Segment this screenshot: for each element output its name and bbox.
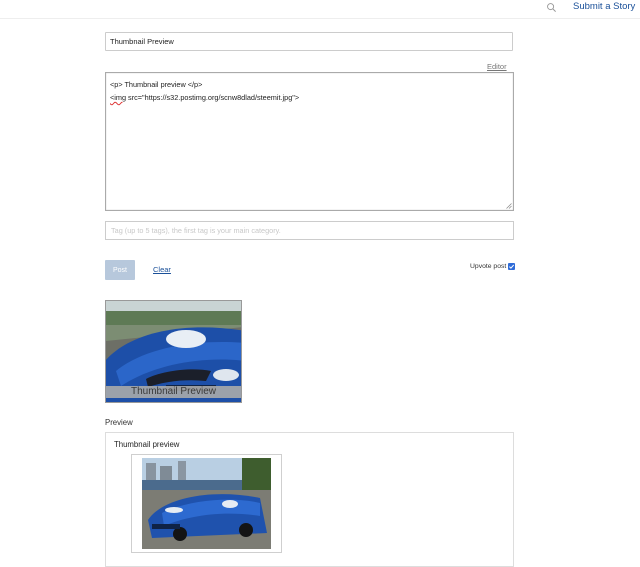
body-textarea[interactable]: <p> Thumbnail preview </p> <img src="htt… — [105, 72, 514, 211]
tags-input[interactable] — [105, 221, 514, 240]
title-input[interactable] — [105, 32, 513, 51]
thumbnail-caption: Thumbnail Preview — [106, 386, 241, 398]
thumbnail-card[interactable]: Thumbnail Preview — [105, 300, 242, 403]
body-line-1: <p> Thumbnail preview </p> — [110, 80, 203, 89]
clear-link[interactable]: Clear — [153, 265, 171, 274]
preview-heading: Preview — [105, 418, 133, 427]
body-line-2: <img src="https://s32.postimg.org/scnw8d… — [110, 93, 299, 102]
resize-handle-icon[interactable] — [506, 203, 512, 209]
preview-image-frame — [131, 454, 282, 553]
checkmark-icon — [509, 264, 515, 269]
submit-story-link[interactable]: Submit a Story — [573, 1, 635, 12]
editor-toggle-link[interactable]: Editor — [487, 62, 507, 71]
top-bar: Submit a Story — [0, 0, 640, 19]
search-icon[interactable] — [546, 2, 557, 13]
preview-body-text: Thumbnail preview — [114, 440, 180, 449]
upvote-label: Upvote post — [470, 263, 507, 270]
preview-panel: Thumbnail preview — [105, 432, 514, 567]
spellcheck-word: <img — [110, 93, 127, 102]
post-button[interactable]: Post — [105, 260, 135, 280]
preview-image — [142, 458, 271, 549]
body-line-2-rest: src="https://s32.postimg.org/scnw8dlad/s… — [126, 93, 300, 102]
upvote-checkbox[interactable] — [508, 263, 515, 270]
